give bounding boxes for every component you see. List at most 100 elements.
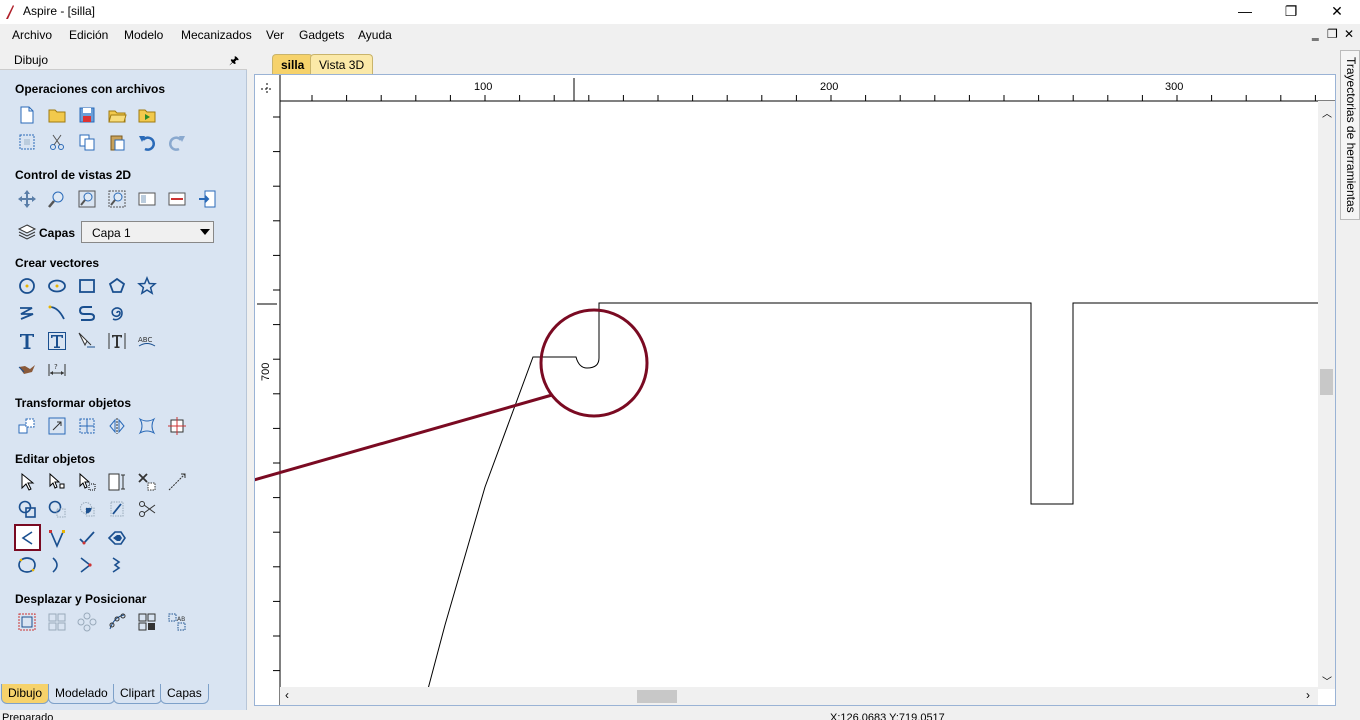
import-icon[interactable] — [136, 104, 158, 126]
mdi-restore-button[interactable]: ❐ — [1327, 27, 1338, 41]
trace-bitmap-icon[interactable] — [16, 358, 38, 380]
polyline-icon[interactable] — [16, 302, 38, 324]
nesting-icon[interactable] — [136, 611, 158, 633]
curve-icon[interactable] — [46, 302, 68, 324]
extend-icon[interactable] — [76, 554, 98, 576]
mirror-icon[interactable] — [106, 415, 128, 437]
open-file-icon[interactable] — [46, 104, 68, 126]
undo-icon[interactable] — [136, 131, 158, 153]
horizontal-scrollbar[interactable]: ‹ › — [280, 687, 1318, 705]
panel-header: Dibujo 🖈 — [0, 50, 247, 70]
trim-icon[interactable] — [136, 498, 158, 520]
doc-tab-silla[interactable]: silla — [272, 54, 314, 74]
scroll-right-icon[interactable]: › — [1306, 688, 1310, 702]
distort-icon[interactable] — [136, 415, 158, 437]
copy-icon[interactable] — [76, 131, 98, 153]
minimize-button[interactable]: — — [1222, 0, 1268, 24]
title-bar: Aspire - [silla] — ❐ ✕ — [0, 0, 1360, 24]
ellipse-icon[interactable] — [46, 275, 68, 297]
restore-button[interactable]: ❐ — [1268, 0, 1314, 24]
join-curves-icon[interactable] — [76, 527, 98, 549]
scroll-down-icon[interactable]: ﹀ — [1322, 673, 1332, 688]
delete-nodes-icon[interactable] — [136, 471, 158, 493]
tab-capas[interactable]: Capas — [160, 684, 209, 704]
intersect-icon[interactable] — [76, 498, 98, 520]
menu-modelo[interactable]: Modelo — [124, 28, 163, 42]
fillet-icon[interactable] — [106, 498, 128, 520]
weld-icon[interactable] — [16, 498, 38, 520]
dimension-icon[interactable]: ? — [46, 358, 68, 380]
array-copy-icon[interactable] — [46, 611, 68, 633]
doc-tab-vista-3d[interactable]: Vista 3D — [310, 54, 374, 74]
offset-icon[interactable] — [106, 527, 128, 549]
zoom-icon[interactable] — [46, 188, 68, 210]
select-all-icon[interactable] — [16, 131, 38, 153]
scale-icon[interactable] — [46, 415, 68, 437]
measure-icon[interactable] — [166, 471, 188, 493]
drawing-canvas[interactable]: 100 200 300 700 ︿ ﹀ ‹ › — [254, 74, 1336, 706]
nest-icon[interactable] — [16, 611, 38, 633]
close-vector-icon[interactable] — [46, 554, 68, 576]
paste-icon[interactable] — [106, 131, 128, 153]
redo-icon[interactable] — [166, 131, 188, 153]
interactive-select-icon[interactable] — [76, 471, 98, 493]
spline-icon[interactable] — [76, 302, 98, 324]
star-icon[interactable] — [136, 275, 158, 297]
pin-icon[interactable]: 🖈 — [229, 52, 239, 71]
view-switch-icon[interactable] — [196, 188, 218, 210]
join-open-vectors-icon[interactable] — [14, 524, 41, 551]
text-box-icon[interactable] — [46, 330, 68, 352]
horizontal-scroll-thumb[interactable] — [637, 690, 677, 703]
copy-along-vector-icon[interactable] — [106, 611, 128, 633]
spiral-icon[interactable] — [106, 302, 128, 324]
chair-vector-outline[interactable] — [427, 302, 1318, 690]
rectangle-icon[interactable] — [76, 275, 98, 297]
menu-ver[interactable]: Ver — [266, 28, 284, 42]
menu-mecanizados[interactable]: Mecanizados — [181, 28, 252, 42]
scroll-left-icon[interactable]: ‹ — [285, 688, 289, 702]
smooth-icon[interactable] — [16, 554, 38, 576]
rotate-icon[interactable] — [76, 415, 98, 437]
zoom-window-icon[interactable] — [106, 188, 128, 210]
view-layout-icon[interactable] — [166, 188, 188, 210]
vertical-scrollbar[interactable]: ︿ ﹀ — [1318, 101, 1335, 689]
auto-layout-text-icon[interactable] — [106, 330, 128, 352]
menu-archivo[interactable]: Archivo — [12, 28, 52, 42]
node-edit-icon[interactable] — [46, 471, 68, 493]
tab-modelado[interactable]: Modelado — [48, 684, 115, 704]
tab-dibujo[interactable]: Dibujo — [1, 684, 50, 704]
circular-array-icon[interactable] — [76, 611, 98, 633]
align-icon[interactable] — [166, 415, 188, 437]
new-file-icon[interactable] — [16, 104, 38, 126]
text-on-curve-icon[interactable] — [76, 330, 98, 352]
pan-icon[interactable] — [16, 188, 38, 210]
node-editing-icon[interactable] — [46, 527, 68, 549]
tab-clipart[interactable]: Clipart — [113, 684, 162, 704]
open-folder-icon[interactable] — [106, 104, 128, 126]
menu-gadgets[interactable]: Gadgets — [299, 28, 344, 42]
text-icon[interactable] — [16, 330, 38, 352]
select-icon[interactable] — [16, 471, 38, 493]
trim-extend-icon[interactable] — [106, 554, 128, 576]
cut-icon[interactable] — [46, 131, 68, 153]
close-button[interactable]: ✕ — [1314, 0, 1360, 24]
menu-ayuda[interactable]: Ayuda — [358, 28, 392, 42]
polygon-icon[interactable] — [106, 275, 128, 297]
save-icon[interactable] — [76, 104, 98, 126]
menu-edicion[interactable]: Edición — [69, 28, 108, 42]
vertical-scroll-thumb[interactable] — [1320, 369, 1333, 395]
labels-icon[interactable]: AB — [166, 611, 188, 633]
circle-icon[interactable] — [16, 275, 38, 297]
scroll-up-icon[interactable]: ︿ — [1322, 105, 1332, 120]
toolpaths-side-tab[interactable]: Trayectorias de herramientas — [1340, 50, 1360, 220]
text-arc-icon[interactable]: ABC — [136, 330, 158, 352]
subtract-icon[interactable] — [46, 498, 68, 520]
view-material-icon[interactable] — [136, 188, 158, 210]
mdi-minimize-button[interactable]: ‗ — [1312, 27, 1319, 41]
layer-select[interactable]: Capa 1 — [81, 221, 214, 243]
size-position-icon[interactable] — [106, 471, 128, 493]
zoom-extents-icon[interactable] — [76, 188, 98, 210]
svg-text:AB: AB — [177, 616, 185, 623]
mdi-close-button[interactable]: ✕ — [1344, 27, 1354, 41]
move-icon[interactable] — [16, 415, 38, 437]
